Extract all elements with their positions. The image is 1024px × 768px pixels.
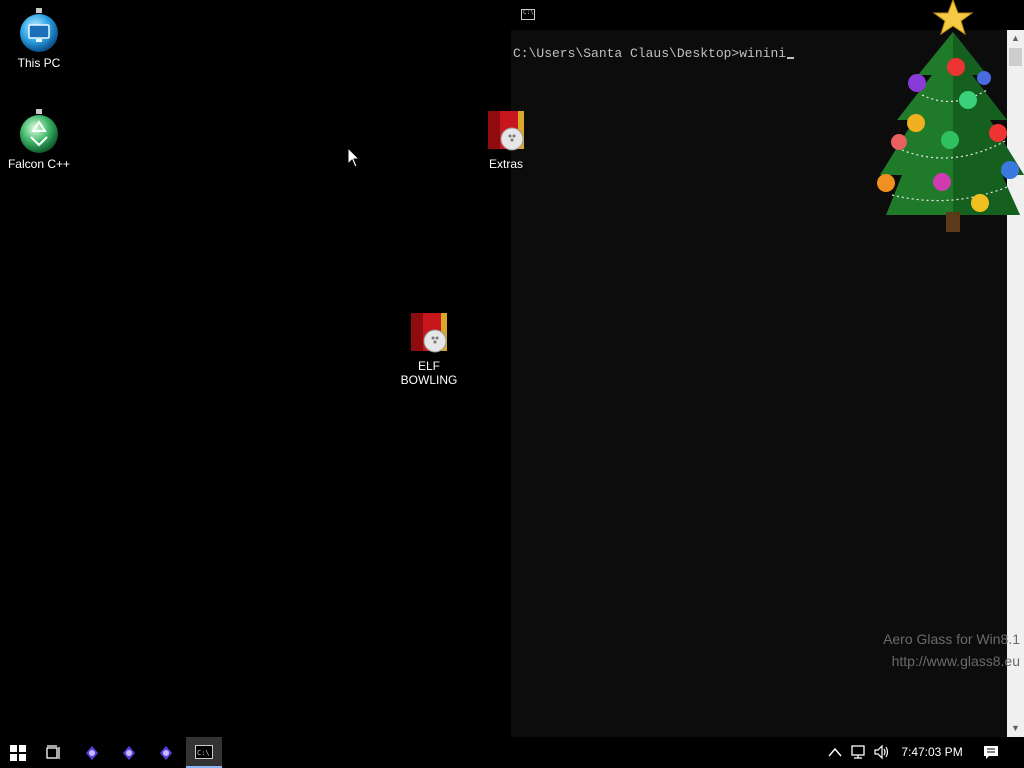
start-windows-icon bbox=[10, 744, 26, 761]
text-cursor bbox=[787, 57, 795, 59]
console-output[interactable]: C:\Users\Santa Claus\Desktop>winini bbox=[513, 46, 795, 61]
desktop-icon-label: ELF BOWLING bbox=[400, 359, 458, 387]
console-prompt: C:\Users\Santa Claus\Desktop>winini bbox=[513, 46, 787, 61]
watermark-line-1: Aero Glass for Win8.1 bbox=[883, 631, 1020, 647]
taskbar-app-3[interactable] bbox=[148, 737, 184, 768]
desktop-icon-label: Extras bbox=[488, 157, 523, 171]
cmd-icon bbox=[521, 9, 535, 20]
scroll-down-arrow-icon[interactable]: ▼ bbox=[1007, 720, 1024, 737]
desktop-icon-elf-bowling[interactable]: ELF BOWLING bbox=[389, 311, 469, 387]
task-view-button[interactable] bbox=[36, 737, 72, 768]
this-pc-ornament-icon bbox=[20, 8, 58, 52]
app-icon-3 bbox=[160, 745, 172, 760]
desktop-icon-label: Falcon C++ bbox=[7, 157, 71, 171]
volume-icon[interactable] bbox=[873, 743, 891, 761]
elf-bowling-icon bbox=[411, 313, 447, 353]
app-icon-1 bbox=[86, 745, 98, 760]
christmas-tree-icon bbox=[877, 0, 1024, 232]
desktop-icon-falcon-cpp[interactable]: Falcon C++ bbox=[0, 109, 79, 171]
taskbar: C:\ 7:47:03 PM bbox=[0, 737, 1024, 768]
mouse-pointer-icon bbox=[347, 147, 361, 168]
chevron-up-icon[interactable] bbox=[826, 743, 844, 761]
taskbar-app-2[interactable] bbox=[111, 737, 147, 768]
elf-bowling-icon bbox=[488, 111, 524, 151]
svg-text:C:\: C:\ bbox=[197, 749, 210, 757]
desktop-icon-extras[interactable]: Extras bbox=[466, 109, 546, 171]
watermark-line-2: http://www.glass8.eu bbox=[891, 653, 1020, 669]
cmd-icon: C:\ bbox=[195, 744, 213, 759]
task-view-icon bbox=[46, 744, 60, 759]
recycle-ornament-icon bbox=[20, 109, 58, 153]
network-icon[interactable] bbox=[850, 743, 868, 761]
app-icon-2 bbox=[123, 745, 135, 760]
desktop-icon-label: This PC bbox=[17, 56, 61, 70]
taskbar-cmd-button[interactable]: C:\ bbox=[186, 737, 222, 768]
desktop: This PC Falcon C++ ELF BOWLING C:\ C:\Us… bbox=[0, 0, 1024, 768]
taskbar-clock[interactable]: 7:47:03 PM bbox=[897, 737, 967, 768]
notification-icon[interactable] bbox=[982, 743, 1000, 761]
desktop-icon-this-pc[interactable]: This PC bbox=[0, 8, 79, 70]
taskbar-app-1[interactable] bbox=[74, 737, 110, 768]
start-button[interactable] bbox=[0, 737, 36, 768]
